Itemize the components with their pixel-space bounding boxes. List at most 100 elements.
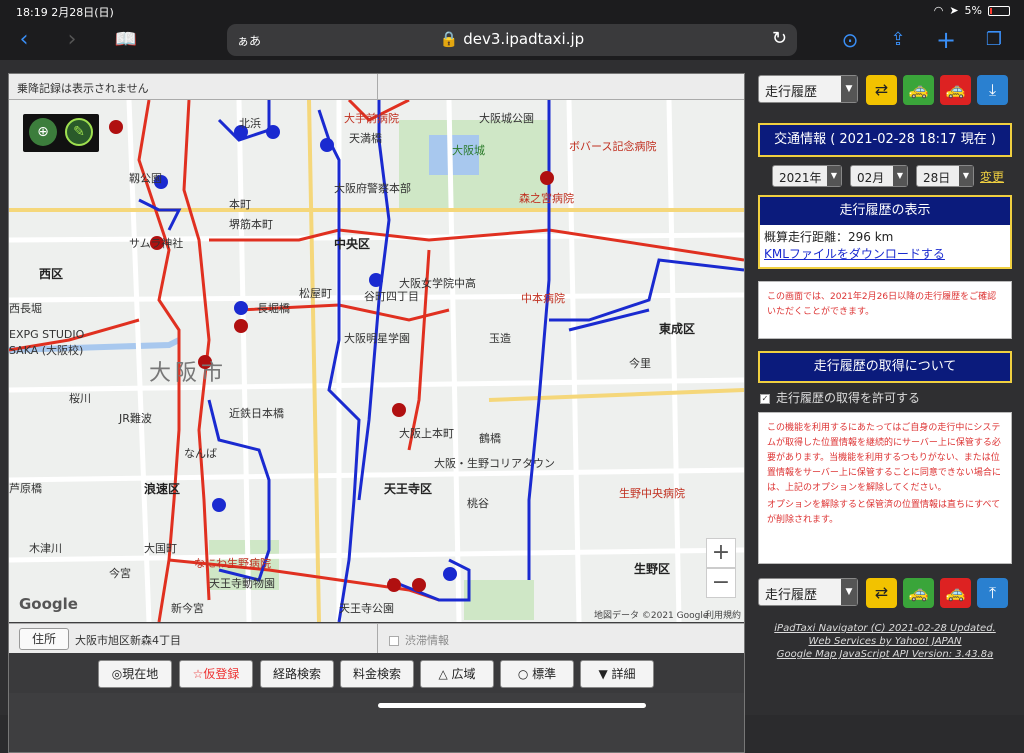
allow-toggle[interactable]: ✓ 走行履歴の取得を許可する <box>752 383 1018 412</box>
battery-percent: 5% <box>964 4 982 17</box>
blue-pin <box>369 273 383 287</box>
detail-button[interactable]: ▼ 詳細 <box>580 660 654 688</box>
credits: iPadTaxi Navigator (C) 2021-02-28 Update… <box>752 622 1018 661</box>
traffic-info-title: 交通情報 ( 2021-02-28 18:17 現在 ) <box>758 123 1012 157</box>
refresh-icon[interactable]: ⇄ <box>866 578 897 608</box>
back-icon[interactable]: ‹ <box>10 26 38 54</box>
history-title: 走行履歴の表示 <box>760 197 1010 225</box>
map-terms-link[interactable]: 利用規約 <box>705 608 741 621</box>
taxi-red-icon[interactable]: 🚕 <box>940 75 971 105</box>
standard-button[interactable]: ○ 標準 <box>500 660 574 688</box>
map-label: 中央区 <box>334 237 371 251</box>
lock-icon: 🔒 <box>439 30 459 48</box>
blue-pin <box>266 125 280 139</box>
side-toolbar-bottom: 走行履歴 ▼ ⇄ 🚕 🚕 ⤒ <box>752 576 1018 610</box>
map-label: 桃谷 <box>467 497 489 510</box>
location-icon: ➤ <box>949 4 959 17</box>
map[interactable]: ⊕ ✎ 大阪市 中央区 西区 浪速区 天王寺区 東成区 生野区 大阪城 大阪城公… <box>9 100 744 622</box>
kml-download-link[interactable]: KMLファイルをダウンロードする <box>764 246 1006 263</box>
blue-pin <box>320 138 334 152</box>
fare-search-button[interactable]: 料金検索 <box>340 660 414 688</box>
map-label: ボバース記念病院 <box>569 140 657 153</box>
map-footer: 住所 大阪市旭区新森4丁目 渋滞情報 <box>9 623 744 654</box>
red-pin <box>387 578 401 592</box>
side-panel: 走行履歴 ▼ ⇄ 🚕 🚕 ⤓ 交通情報 ( 2021-02-28 18:17 現在… <box>752 73 1018 723</box>
address-bar[interactable]: ぁあ 🔒 dev3.ipadtaxi.jp ↻ <box>227 24 797 56</box>
map-label: 森之宮病院 <box>519 192 574 205</box>
traffic-toggle[interactable]: 渋滞情報 <box>389 632 449 648</box>
page-content: 乗降記録は表示されません ⊕ ✎ 大阪市 中央区 西区 浪速区 天王寺区 東成区… <box>0 60 1024 753</box>
forward-icon[interactable]: › <box>58 26 86 54</box>
map-label: 大阪明星学園 <box>344 332 410 345</box>
red-pin <box>109 120 123 134</box>
map-attribution: 地図データ ©2021 Google <box>594 611 709 621</box>
year-select[interactable]: 2021年 ▼ <box>772 165 842 187</box>
taxi-red-icon[interactable]: 🚕 <box>940 578 971 608</box>
wide-area-button[interactable]: △ 広域 <box>420 660 494 688</box>
map-label: 大阪上本町 <box>399 427 454 440</box>
credit-line[interactable]: Web Services by Yahoo! JAPAN <box>752 635 1018 648</box>
taxi-green-icon[interactable]: 🚕 <box>903 578 934 608</box>
url-text[interactable]: 🔒 dev3.ipadtaxi.jp <box>227 30 797 48</box>
allow-checkbox[interactable]: ✓ <box>760 393 770 404</box>
distance-text: 概算走行距離：296 km <box>764 230 894 244</box>
month-select[interactable]: 02月 ▼ <box>850 165 908 187</box>
route-search-button[interactable]: 経路検索 <box>260 660 334 688</box>
map-label: 新今宮 <box>171 602 204 615</box>
map-label: 長堀橋 <box>257 302 290 315</box>
policy-text: この機能を利用するにあたってはご自身の走行中にシステムが取得した位置情報を継続的… <box>767 423 1001 493</box>
map-label: 大阪城公園 <box>479 112 534 125</box>
google-logo: Google <box>19 595 78 613</box>
map-label: 靱公園 <box>129 172 162 185</box>
refresh-icon[interactable]: ⇄ <box>866 75 897 105</box>
map-label: 本町 <box>229 198 251 211</box>
park-area <box>464 580 534 620</box>
acquire-title: 走行履歴の取得について <box>758 351 1012 383</box>
blue-pin <box>212 498 226 512</box>
download-icon[interactable]: ⤓ <box>977 75 1008 105</box>
policy-box: この機能を利用するにあたってはご自身の走行中にシステムが取得した位置情報を継続的… <box>758 412 1012 564</box>
bookmarks-icon[interactable]: 📖 <box>112 26 140 54</box>
chevron-down-icon: ▼ <box>959 166 973 186</box>
map-label: 北浜 <box>239 117 261 130</box>
reload-icon[interactable]: ↻ <box>772 28 787 49</box>
map-label: 生野区 <box>634 562 671 576</box>
map-layers-icon[interactable]: ⊕ <box>29 118 57 146</box>
map-label: 浪速区 <box>144 482 181 496</box>
upload-icon[interactable]: ⤒ <box>977 578 1008 608</box>
notice-box: この画面では、2021年2月26日以降の走行履歴をご確認いただくことができます。 <box>758 281 1012 339</box>
mode-select[interactable]: 走行履歴 ▼ <box>758 75 858 103</box>
map-label: 松屋町 <box>299 287 332 300</box>
map-label: 桜川 <box>69 392 91 405</box>
taxi-green-icon[interactable]: 🚕 <box>903 75 934 105</box>
map-label: 今里 <box>629 357 651 370</box>
map-header-text: 乗降記録は表示されません <box>17 82 149 95</box>
map-tool-box: ⊕ ✎ <box>23 114 99 152</box>
map-label: 中本病院 <box>521 292 565 305</box>
temp-register-button[interactable]: ☆仮登録 <box>179 660 253 688</box>
zoom-out-button[interactable]: − <box>706 568 736 598</box>
chevron-down-icon: ▼ <box>841 579 857 605</box>
zoom-in-button[interactable]: + <box>706 538 736 568</box>
new-tab-icon[interactable]: + <box>932 26 960 54</box>
map-header: 乗降記録は表示されません <box>9 74 744 100</box>
tabs-icon[interactable]: ❐ <box>980 26 1008 54</box>
map-label: 生野中央病院 <box>619 487 685 500</box>
flashlight-icon[interactable]: ✎ <box>65 118 93 146</box>
mode-select-bottom[interactable]: 走行履歴 ▼ <box>758 578 858 606</box>
traffic-checkbox[interactable] <box>389 636 399 646</box>
credit-line[interactable]: iPadTaxi Navigator (C) 2021-02-28 Update… <box>752 622 1018 635</box>
chevron-down-icon: ▼ <box>893 166 907 186</box>
download-icon[interactable]: ⊙ <box>836 26 864 54</box>
share-icon[interactable]: ⇪ <box>884 26 912 54</box>
map-label: EXPG STUDIO <box>9 328 85 341</box>
credit-line[interactable]: Google Map JavaScript API Version: 3.43.… <box>752 648 1018 661</box>
red-pin <box>540 171 554 185</box>
history-info: 概算走行距離：296 km KMLファイルをダウンロードする <box>760 225 1010 267</box>
map-label: 大阪女学院中高 <box>399 277 476 290</box>
map-label: 近鉄日本橋 <box>229 407 284 420</box>
current-location-button[interactable]: ◎現在地 <box>98 660 172 688</box>
change-date-link[interactable]: 変更 <box>980 168 1004 185</box>
day-select[interactable]: 28日 ▼ <box>916 165 974 187</box>
address-button[interactable]: 住所 <box>19 628 69 650</box>
